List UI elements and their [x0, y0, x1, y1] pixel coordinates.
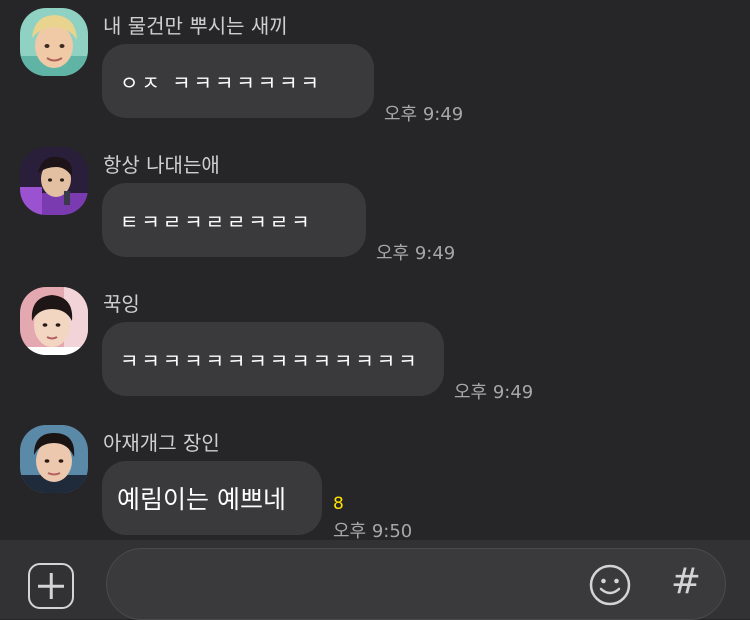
- avatar[interactable]: [20, 8, 88, 76]
- message-input[interactable]: [106, 548, 726, 620]
- message-time: 오후 9:49: [376, 243, 456, 264]
- sender-name: 항상 나대는애: [103, 153, 220, 177]
- message-bubble[interactable]: ㅇㅈ ㅋㅋㅋㅋㅋㅋㅋ: [102, 44, 374, 118]
- smiley-icon[interactable]: [588, 563, 632, 607]
- composer-bar: #: [0, 540, 750, 620]
- sender-name: 꾹잉: [103, 292, 140, 316]
- message-time: 오후 9:49: [454, 382, 534, 403]
- chat-message-list[interactable]: 내 물건만 뿌시는 새끼 ㅇㅈ ㅋㅋㅋㅋㅋㅋㅋ 오후 9:49 항상 나대는애 …: [0, 0, 750, 542]
- avatar[interactable]: [20, 147, 88, 215]
- sender-name: 아재개그 장인: [103, 431, 220, 455]
- message-time: 오후 9:49: [384, 104, 464, 125]
- message-bubble[interactable]: ㅋㅋㅋㅋㅋㅋㅋㅋㅋㅋㅋㅋㅋㅋ: [102, 322, 444, 396]
- unread-count: 8: [333, 494, 344, 514]
- message-bubble[interactable]: ㅌㅋㄹㅋㄹㄹㅋㄹㅋ: [102, 183, 366, 257]
- avatar[interactable]: [20, 287, 88, 355]
- hashtag-search-button[interactable]: #: [668, 562, 704, 602]
- sender-name: 내 물건만 뿌시는 새끼: [103, 14, 288, 38]
- message-bubble[interactable]: 예림이는 예쁘네: [102, 461, 322, 535]
- avatar[interactable]: [20, 425, 88, 493]
- plus-square-icon[interactable]: [28, 563, 74, 609]
